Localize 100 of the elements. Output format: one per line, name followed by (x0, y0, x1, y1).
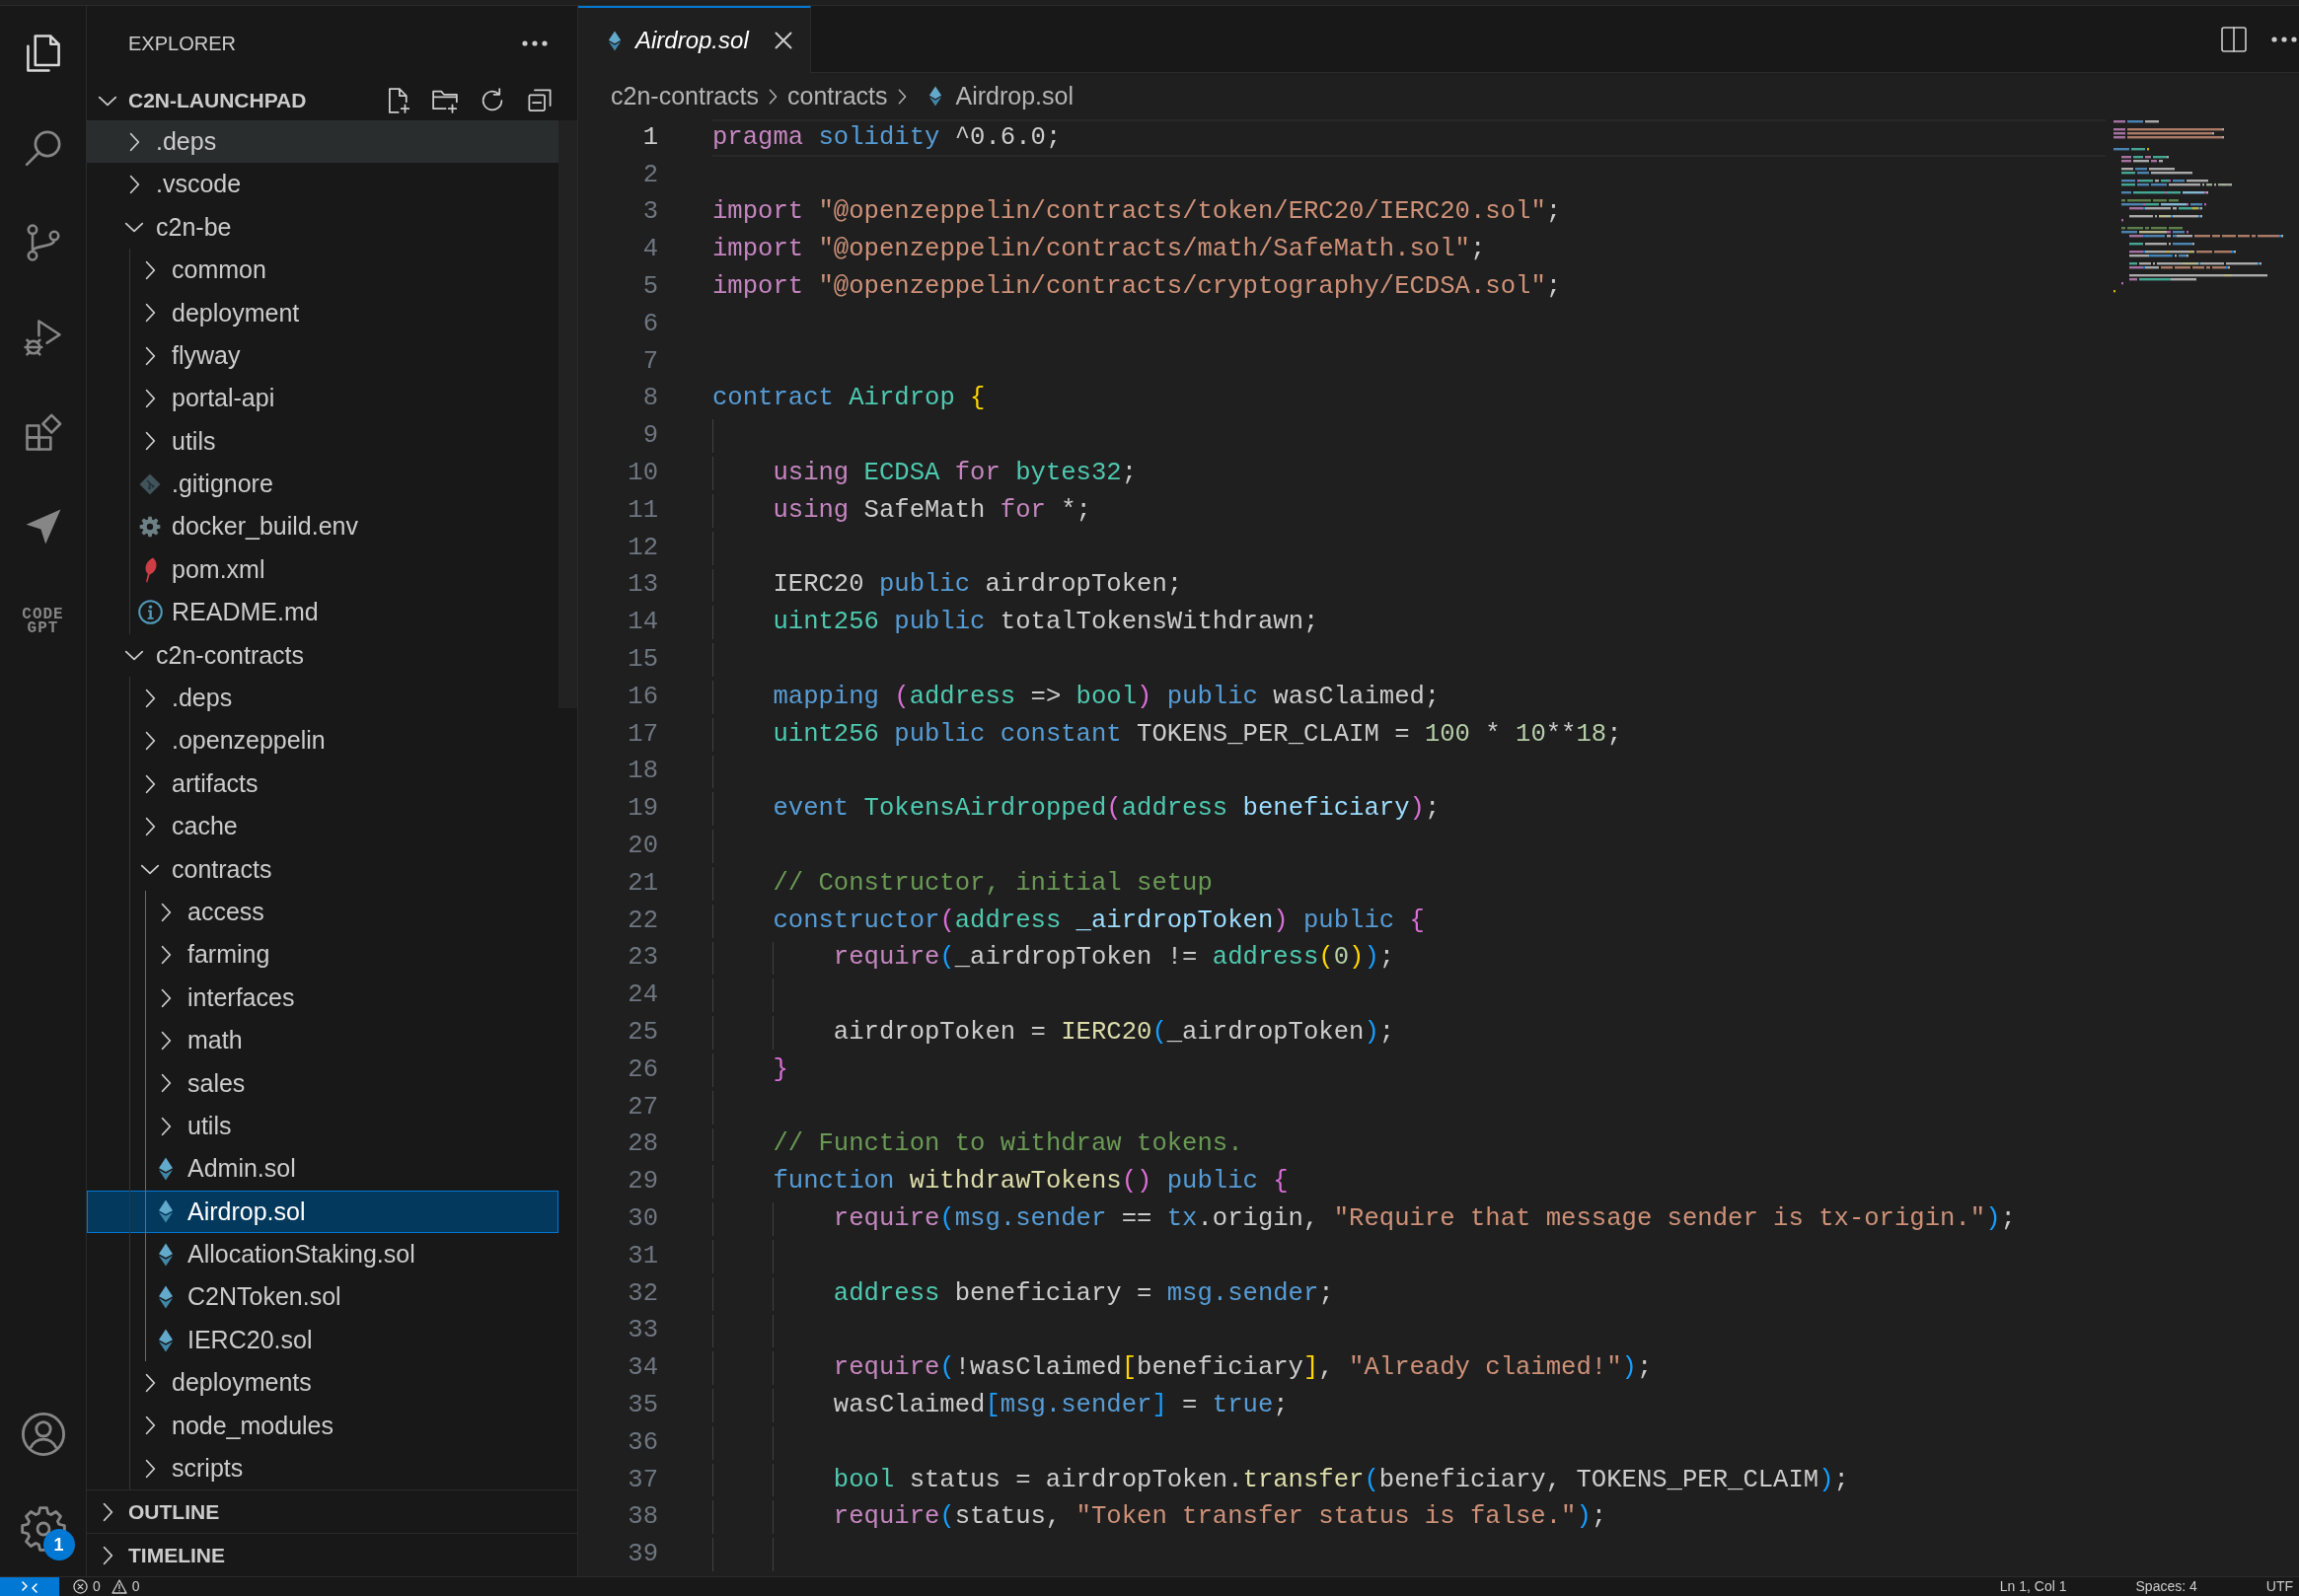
chevron-right-icon[interactable] (144, 731, 156, 752)
chevron-right-icon[interactable] (160, 987, 172, 1008)
line-number: 4 (642, 235, 658, 265)
folder-item[interactable]: utils (87, 1105, 558, 1148)
info-icon (137, 600, 163, 625)
folder-item[interactable]: .deps (87, 677, 558, 720)
warning-icon (111, 1579, 127, 1594)
folder-item[interactable]: contracts (87, 847, 558, 892)
editor-tab[interactable]: Airdrop.sol (578, 6, 811, 73)
chevron-down-icon[interactable] (98, 95, 117, 107)
chevron-right-icon[interactable] (128, 131, 140, 152)
line-number: 11 (628, 495, 658, 526)
chevron-right-icon[interactable] (144, 389, 156, 409)
folder-item[interactable]: interfaces (87, 976, 558, 1020)
chevron-right-icon[interactable] (144, 1373, 156, 1393)
file-item[interactable]: C2NToken.sol (87, 1275, 558, 1319)
breadcrumb-item[interactable]: Airdrop.sol (916, 77, 1074, 115)
folder-item[interactable]: node_modules (87, 1404, 558, 1448)
file-item[interactable]: pom.xml (87, 547, 558, 592)
file-item[interactable]: IERC20.sol (87, 1318, 558, 1362)
line-number: 27 (628, 1092, 658, 1123)
folder-item[interactable]: deployment (87, 291, 558, 334)
file-item[interactable]: Admin.sol (87, 1147, 558, 1191)
line-number: 29 (628, 1167, 658, 1197)
line-number: 13 (628, 570, 658, 601)
chevron-right-icon[interactable] (160, 1030, 172, 1051)
close-icon[interactable] (774, 32, 792, 49)
problems-button[interactable]: 0 0 (73, 1577, 140, 1596)
chevron-right-icon[interactable] (144, 1458, 156, 1479)
file-item[interactable]: README.md (87, 591, 558, 634)
chevron-right-icon[interactable] (144, 1415, 156, 1436)
line-number: 6 (642, 309, 658, 339)
chevron-right-icon[interactable] (144, 259, 156, 280)
chevron-right-icon[interactable] (160, 945, 172, 966)
line-number: 38 (628, 1502, 658, 1533)
chevron-right-icon[interactable] (144, 773, 156, 794)
line-number: 18 (628, 757, 658, 787)
chevron-right-icon[interactable] (128, 175, 140, 195)
chevron-right-icon[interactable] (102, 1501, 113, 1522)
breadcrumb-item[interactable]: contracts (787, 77, 888, 115)
line-number: 35 (628, 1391, 658, 1420)
code-line: mapping (address => bool) public wasClaimed; (773, 682, 1441, 712)
section-header[interactable]: C2N-LAUNCHPAD (97, 85, 307, 116)
more-icon[interactable] (2271, 36, 2297, 42)
section-header[interactable]: OUTLINE (97, 1495, 220, 1528)
more-icon[interactable] (522, 40, 548, 46)
diamond-icon (158, 1242, 174, 1267)
file-item[interactable]: .gitignore (87, 463, 558, 506)
line-number: 28 (628, 1129, 658, 1160)
remote-icon (22, 1580, 37, 1593)
chevron-right-icon[interactable] (144, 688, 156, 708)
folder-item[interactable]: farming (87, 933, 558, 977)
folder-item[interactable]: common (87, 249, 558, 292)
chevron-right-icon[interactable] (144, 345, 156, 366)
chevron-right-icon[interactable] (160, 1073, 172, 1094)
status-item[interactable]: Spaces: 4 (2135, 1576, 2197, 1596)
account-icon[interactable] (19, 1411, 67, 1458)
chevron-right-icon[interactable] (144, 431, 156, 452)
code-line: require(status, "Token transfer status is false."); (833, 1502, 1607, 1533)
folder-item[interactable]: access (87, 891, 558, 934)
status-item[interactable]: Ln 1, Col 1 (1999, 1576, 2067, 1596)
code-line: constructor(address _airdropToken) public { (773, 906, 1425, 936)
status-item[interactable]: UTF (2265, 1576, 2293, 1596)
folder-item[interactable]: c2n-contracts (87, 633, 558, 678)
file-item[interactable]: docker_build.env (87, 505, 558, 548)
chevron-right-icon[interactable] (144, 816, 156, 836)
folder-item[interactable]: portal-api (87, 377, 558, 420)
chevron-right-icon[interactable] (160, 902, 172, 922)
chevron-down-icon[interactable] (124, 221, 144, 233)
code-line: import "@openzeppelin/contracts/token/ERC20/IERC20.sol"; (712, 197, 1562, 228)
folder-item[interactable]: cache (87, 805, 558, 848)
split-editor-icon[interactable] (2221, 26, 2247, 52)
folder-item[interactable]: math (87, 1019, 558, 1062)
code-line: // Constructor, initial setup (773, 868, 1213, 899)
line-number: 10 (628, 459, 658, 489)
folder-item[interactable]: scripts (87, 1447, 558, 1489)
chevron-right-icon[interactable] (144, 303, 156, 324)
section-header[interactable]: TIMELINE (97, 1539, 225, 1571)
line-number: 1 (642, 122, 658, 153)
chevron-down-icon[interactable] (140, 863, 160, 875)
chevron-down-icon[interactable] (124, 649, 144, 661)
code-line: } (773, 1054, 788, 1085)
code-line: IERC20 public airdropToken; (773, 570, 1183, 601)
file-item[interactable]: Airdrop.sol (87, 1190, 558, 1234)
chevron-right-icon[interactable] (102, 1545, 113, 1565)
folder-item[interactable]: artifacts (87, 762, 558, 806)
folder-item[interactable]: deployments (87, 1361, 558, 1405)
folder-item[interactable]: flyway (87, 333, 558, 378)
chevron-right-icon[interactable] (160, 1116, 172, 1136)
line-number: 9 (642, 421, 658, 452)
folder-item[interactable]: utils (87, 419, 558, 464)
folder-item[interactable]: c2n-be (87, 205, 558, 250)
logo-text[interactable]: CODE GPT (17, 608, 69, 635)
file-item[interactable]: AllocationStaking.sol (87, 1233, 558, 1276)
folder-item[interactable]: .vscode (87, 163, 558, 206)
folder-item[interactable]: .openzeppelin (87, 719, 558, 762)
folder-item[interactable]: .deps (87, 120, 558, 164)
line-number: 16 (628, 682, 658, 712)
folder-item[interactable]: sales (87, 1061, 558, 1105)
breadcrumb-item[interactable]: c2n-contracts (611, 77, 760, 115)
